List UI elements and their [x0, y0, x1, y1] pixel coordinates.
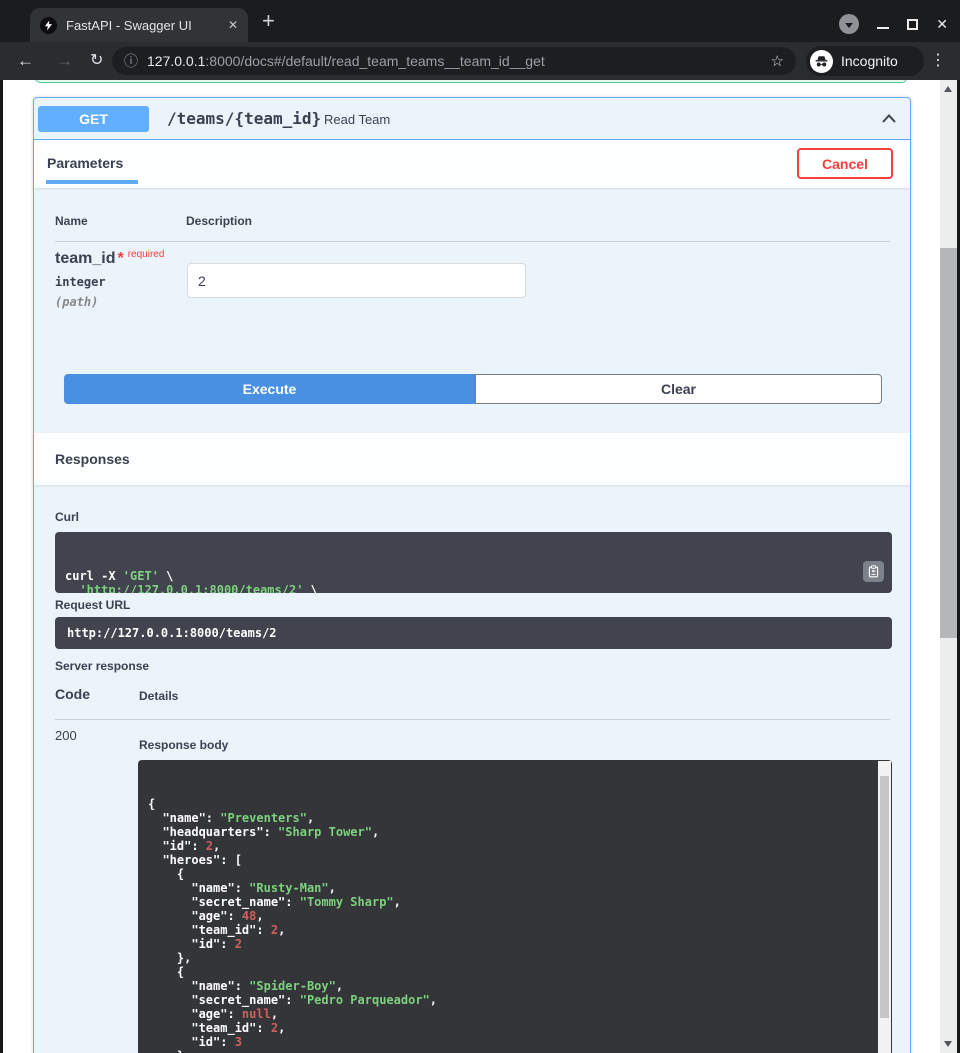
- parameter-type: integer: [55, 275, 106, 289]
- response-body-block: { "name": "Preventers", "headquarters": …: [138, 760, 892, 1053]
- endpoint-header[interactable]: GET /teams/{team_id} Read Team: [34, 98, 910, 140]
- parameters-section-header: Parameters Cancel: [34, 140, 910, 188]
- collapse-chevron-icon[interactable]: [880, 110, 898, 128]
- chevron-down-icon: [845, 23, 853, 28]
- scroll-down-icon[interactable]: [944, 1041, 952, 1047]
- status-code: 200: [55, 728, 77, 743]
- responses-section-header: Responses: [34, 433, 910, 485]
- column-header-code: Code: [55, 686, 90, 702]
- server-response-label: Server response: [55, 659, 149, 673]
- incognito-spy-icon: [810, 50, 833, 73]
- active-tab-underline: [46, 180, 138, 184]
- parameter-location: (path): [55, 295, 98, 309]
- page-scrollbar[interactable]: [940, 80, 957, 1053]
- url-path: :8000/docs#/default/read_team_teams__tea…: [205, 53, 544, 69]
- minimize-button[interactable]: [877, 27, 889, 29]
- parameter-name: team_id*required: [55, 249, 164, 268]
- browser-toolbar: ← → ↻ ⓘ 127.0.0.1:8000/docs#/default/rea…: [0, 42, 960, 80]
- execute-button[interactable]: Execute: [64, 374, 475, 404]
- responses-title: Responses: [55, 451, 130, 467]
- previous-endpoint-block-edge: [35, 80, 907, 83]
- window-frame-left: [0, 80, 3, 1053]
- browser-tab[interactable]: FastAPI - Swagger UI ✕: [30, 8, 248, 42]
- cancel-button[interactable]: Cancel: [797, 148, 893, 179]
- browser-window: FastAPI - Swagger UI ✕ + ✕ ← → ↻ ⓘ 127.0…: [0, 0, 960, 1053]
- response-body-json: { "name": "Preventers", "headquarters": …: [148, 797, 864, 1053]
- site-info-icon[interactable]: ⓘ: [124, 51, 138, 71]
- browser-menu-icon[interactable]: ⋮: [930, 50, 946, 70]
- curl-label: Curl: [55, 510, 79, 524]
- profile-button[interactable]: [839, 14, 859, 34]
- required-label: required: [128, 249, 165, 260]
- column-header-description: Description: [186, 214, 252, 228]
- table-divider: [55, 241, 890, 242]
- scroll-up-icon[interactable]: [944, 86, 952, 92]
- tab-title: FastAPI - Swagger UI: [66, 18, 222, 33]
- fastapi-favicon-icon: [40, 17, 57, 34]
- response-body-scrollbar[interactable]: [878, 761, 891, 1053]
- column-header-details: Details: [139, 689, 178, 703]
- curl-command-block: curl -X 'GET' \ 'http://127.0.0.1:8000/t…: [55, 532, 892, 593]
- maximize-button[interactable]: [907, 19, 918, 30]
- request-url-value: http://127.0.0.1:8000/teams/2: [55, 617, 892, 649]
- response-body-scroll-thumb[interactable]: [880, 776, 889, 1018]
- tab-close-icon[interactable]: ✕: [228, 18, 238, 32]
- clear-button[interactable]: Clear: [475, 374, 882, 404]
- close-window-button[interactable]: ✕: [936, 17, 948, 31]
- page-scroll-thumb[interactable]: [940, 248, 957, 638]
- back-button[interactable]: ←: [17, 50, 34, 72]
- team-id-input[interactable]: [187, 263, 526, 298]
- get-endpoint-panel: GET /teams/{team_id} Read Team Parameter…: [33, 97, 911, 1053]
- table-divider: [55, 719, 890, 720]
- url-text: 127.0.0.1:8000/docs#/default/read_team_t…: [147, 53, 545, 69]
- bookmark-star-icon[interactable]: ☆: [771, 52, 784, 70]
- required-asterisk: *: [117, 250, 123, 267]
- incognito-label: Incognito: [841, 53, 898, 69]
- endpoint-path: /teams/{team_id}: [167, 109, 321, 128]
- forward-button[interactable]: →: [56, 50, 73, 72]
- new-tab-button[interactable]: +: [262, 10, 275, 32]
- curl-command-text: curl -X 'GET' \ 'http://127.0.0.1:8000/t…: [65, 569, 882, 593]
- window-controls: ✕: [839, 14, 948, 34]
- reload-button[interactable]: ↻: [90, 50, 103, 72]
- response-body-label: Response body: [139, 738, 228, 752]
- request-url-label: Request URL: [55, 598, 130, 612]
- tab-strip: FastAPI - Swagger UI ✕ + ✕: [0, 0, 960, 42]
- url-host: 127.0.0.1: [147, 53, 205, 69]
- address-bar[interactable]: ⓘ 127.0.0.1:8000/docs#/default/read_team…: [112, 47, 796, 75]
- http-method-badge: GET: [38, 106, 149, 132]
- incognito-badge: Incognito: [806, 46, 924, 76]
- tab-parameters[interactable]: Parameters: [47, 155, 123, 171]
- swagger-page: GET /teams/{team_id} Read Team Parameter…: [0, 80, 960, 1053]
- copy-to-clipboard-button[interactable]: [863, 561, 884, 582]
- column-header-name: Name: [55, 214, 88, 228]
- endpoint-summary: Read Team: [324, 112, 390, 127]
